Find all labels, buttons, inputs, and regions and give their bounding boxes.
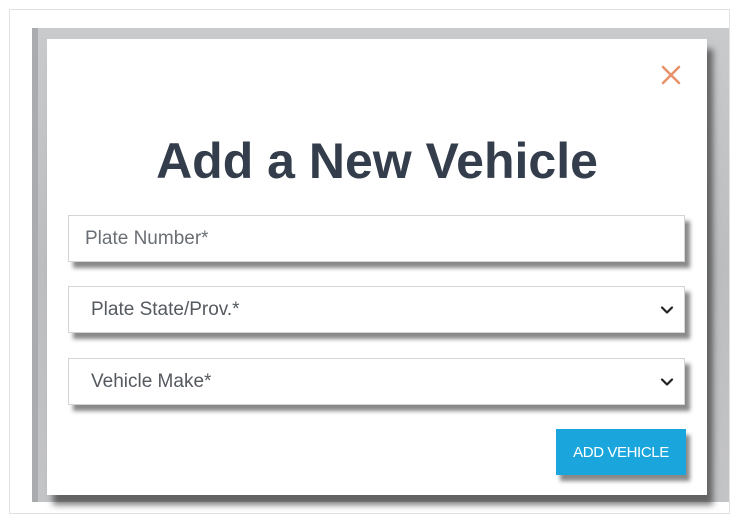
plate-number-input[interactable] <box>85 227 668 250</box>
plate-number-field[interactable] <box>68 215 685 262</box>
plate-state-select[interactable]: Plate State/Prov.* <box>68 286 685 333</box>
add-vehicle-modal: Add a New Vehicle Plate State/Prov.* Veh… <box>47 39 707 495</box>
modal-title: Add a New Vehicle <box>156 133 598 189</box>
close-button[interactable] <box>659 63 683 87</box>
close-icon <box>659 63 683 87</box>
add-vehicle-button[interactable]: ADD VEHICLE <box>556 429 686 475</box>
screenshot-frame: Add a New Vehicle Plate State/Prov.* Veh… <box>9 9 730 514</box>
plate-state-selected: Plate State/Prov.* <box>91 298 240 320</box>
chevron-down-icon <box>660 299 674 321</box>
overlay-edge <box>32 28 38 502</box>
vehicle-make-selected: Vehicle Make* <box>91 370 212 392</box>
vehicle-make-select[interactable]: Vehicle Make* <box>68 358 685 405</box>
chevron-down-icon <box>660 371 674 393</box>
